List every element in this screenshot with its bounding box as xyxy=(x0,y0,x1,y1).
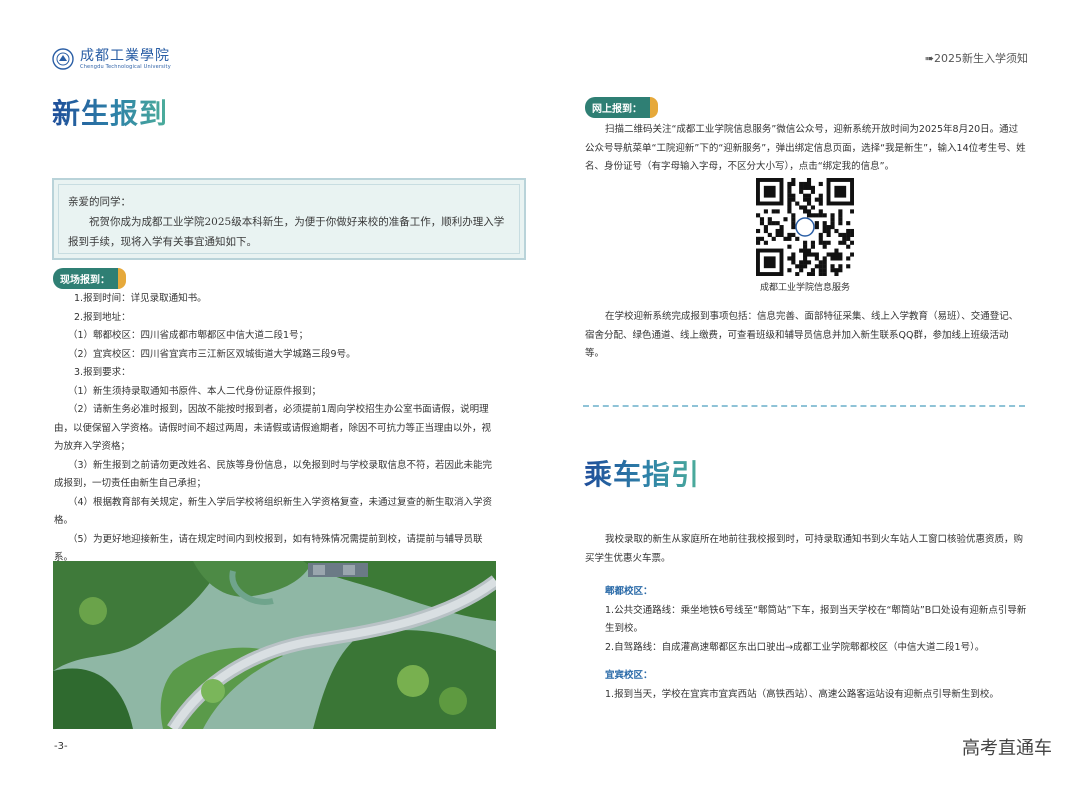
pidu-section: 郫都校区： 1.公共交通路线：乘坐地铁6号线至“郫筒站”下车，报到当天学校在“郫… xyxy=(605,583,1027,657)
page-title-transport: 乘车指引 xyxy=(584,453,700,493)
pidu-heading: 郫都校区： xyxy=(605,586,653,597)
list-item: 1.公共交通路线：乘坐地铁6号线至“郫筒站”下车，报到当天学校在“郫筒站”B口处… xyxy=(605,604,1027,635)
online-instructions: 扫描二维码关注“成都工业学院信息服务”微信公众号，迎新系统开放时间为2025年8… xyxy=(585,124,1026,172)
list-item: 3.报到要求： xyxy=(74,367,131,378)
list-item: 1.报到时间：详见录取通知书。 xyxy=(74,293,207,304)
yibin-heading: 宜宾校区： xyxy=(605,670,653,681)
watermark: 高考直通车 xyxy=(962,738,1052,759)
guide-title: ➠2025新生入学须知 xyxy=(924,52,1028,65)
online-label: 网上报到： xyxy=(585,97,658,118)
greeting-salutation: 亲爱的同学： xyxy=(68,196,131,208)
page-title-registration: 新生报到 xyxy=(52,92,168,132)
section-divider xyxy=(583,405,1025,407)
school-emblem-icon xyxy=(52,48,74,70)
online-items: 在学校迎新系统完成报到事项包括：信息完善、面部特征采集、线上入学教育（易班）、交… xyxy=(585,311,1019,359)
school-name-cn: 成都工業學院 xyxy=(80,47,170,64)
list-item: 2.报到地址： xyxy=(74,311,131,323)
onsite-list: 1.报到时间：详见录取通知书。 2.报到地址： （1）郫都校区：四川省成都市郫都… xyxy=(54,290,496,568)
list-item: （3）新生报到之前请勿更改姓名、民族等身份信息，以免报到时与学校录取信息不符，若… xyxy=(54,459,493,490)
qr-caption: 成都工业学院信息服务 xyxy=(759,283,850,293)
list-item: （1）新生须持录取通知书原件、本人二代身份证原件报到； xyxy=(68,385,322,397)
page-number: -3- xyxy=(54,741,68,752)
list-item: 1.报到当天，学校在宜宾市宜宾西站（高铁西站）、高速公路客运站设有迎新点引导新生… xyxy=(605,688,999,700)
list-item: （2）宜宾校区：四川省宜宾市三江新区双城街道大学城路三段9号。 xyxy=(68,348,356,360)
school-name-en: Chengdu Technological University xyxy=(80,63,171,70)
transport-intro: 我校录取的新生从家庭所在地前往我校报到时，可持录取通知书到火车站人工窗口核验优惠… xyxy=(585,534,1024,564)
greeting-card: 亲爱的同学： 祝贺你成为成都工业学院2025级本科新生，为便于你做好来校的准备工… xyxy=(52,178,526,260)
list-item: （1）郫都校区：四川省成都市郫都区中信大道二段1号； xyxy=(68,330,309,341)
school-logo: 成都工業學院 Chengdu Technological University xyxy=(52,46,182,72)
campus-aerial-photo xyxy=(53,561,496,729)
list-item: 2.自驾路线：自成灌高速郫都区东出口驶出→成都工业学院郫都校区（中信大道二段1号… xyxy=(605,641,985,653)
yibin-section: 宜宾校区： 1.报到当天，学校在宜宾市宜宾西站（高铁西站）、高速公路客运站设有迎… xyxy=(605,667,1027,704)
onsite-label: 现场报到： xyxy=(53,268,126,289)
arrow-icon: ➠ xyxy=(924,52,934,65)
list-item: （4）根据教育部有关规定，新生入学后学校将组织新生入学资格复查，未通过复查的新生… xyxy=(54,496,493,527)
greeting-body: 祝贺你成为成都工业学院2025级本科新生，为便于你做好来校的准备工作，顺利办理入… xyxy=(68,216,505,248)
qr-code[interactable] xyxy=(756,178,855,277)
list-item: （2）请新生务必准时报到，因故不能按时报到者，必须提前1周向学校招生办公室书面请… xyxy=(54,404,492,452)
